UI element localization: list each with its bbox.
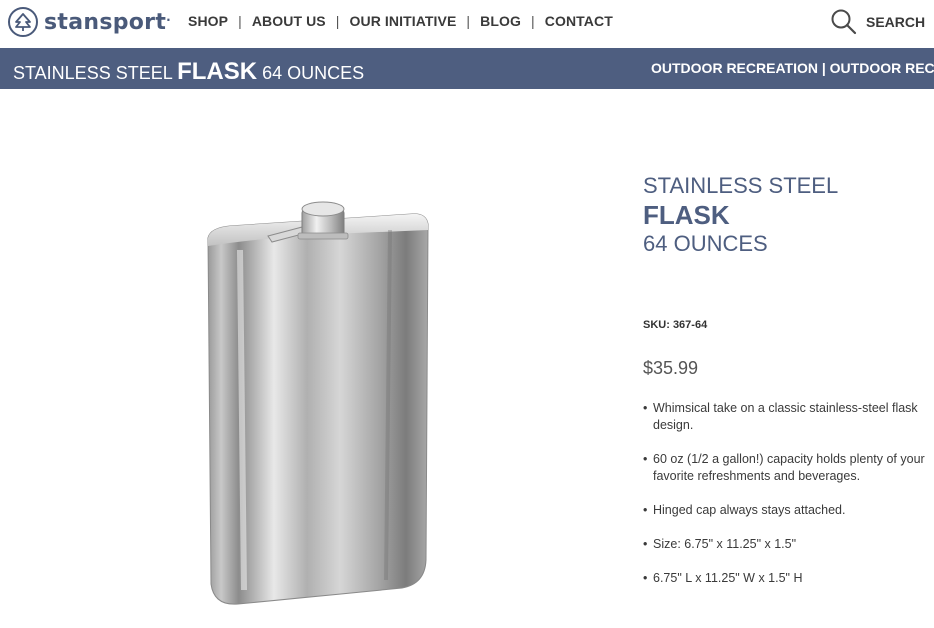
titlebar-product-name: STAINLESS STEEL FLASK 64 OUNCES <box>13 58 365 85</box>
nav-separator: | <box>238 13 242 29</box>
product-title-line2: FLASK <box>643 200 730 230</box>
feature-item: 60 oz (1/2 a gallon!) capacity holds ple… <box>643 451 934 485</box>
feature-item: Hinged cap always stays attached. <box>643 502 934 519</box>
feature-item: Whimsical take on a classic stainless-st… <box>643 400 934 434</box>
nav-blog[interactable]: BLOG <box>480 13 521 29</box>
nav-separator: | <box>531 13 535 29</box>
search-button[interactable]: SEARCH <box>830 8 925 36</box>
product-title-bar: STAINLESS STEEL FLASK 64 OUNCES OUTDOOR … <box>0 48 934 89</box>
product-sku: SKU: 367-64 <box>643 319 708 331</box>
product-title-line3: 64 OUNCES <box>643 231 768 256</box>
nav-contact[interactable]: CONTACT <box>545 13 613 29</box>
brand-name: stansport. <box>44 9 172 35</box>
feature-item: 6.75" L x 11.25" W x 1.5" H <box>643 570 934 587</box>
product-image[interactable] <box>150 150 480 620</box>
product-details: STAINLESS STEEL FLASK 64 OUNCES <box>643 172 934 258</box>
nav-about-us[interactable]: ABOUT US <box>252 13 326 29</box>
feature-item: Size: 6.75" x 11.25" x 1.5" <box>643 536 934 553</box>
nav-our-initiative[interactable]: OUR INITIATIVE <box>350 13 457 29</box>
product-features: Whimsical take on a classic stainless-st… <box>643 400 934 604</box>
main-nav: SHOP | ABOUT US | OUR INITIATIVE | BLOG … <box>188 13 613 29</box>
tree-logo-icon <box>8 7 38 37</box>
stansport-logo[interactable]: stansport. <box>8 7 171 37</box>
site-header: stansport. SHOP | ABOUT US | OUR INITIAT… <box>0 0 934 48</box>
nav-separator: | <box>335 13 340 29</box>
product-price: $35.99 <box>643 358 699 378</box>
nav-shop[interactable]: SHOP <box>188 13 228 29</box>
flask-illustration <box>207 201 429 605</box>
search-icon <box>830 8 858 36</box>
product-title-line1: STAINLESS STEEL <box>643 173 839 198</box>
breadcrumb-category[interactable]: OUTDOOR RECREATION | OUTDOOR RECREATION <box>651 60 934 76</box>
search-label: SEARCH <box>866 14 926 30</box>
nav-separator: | <box>466 13 471 29</box>
